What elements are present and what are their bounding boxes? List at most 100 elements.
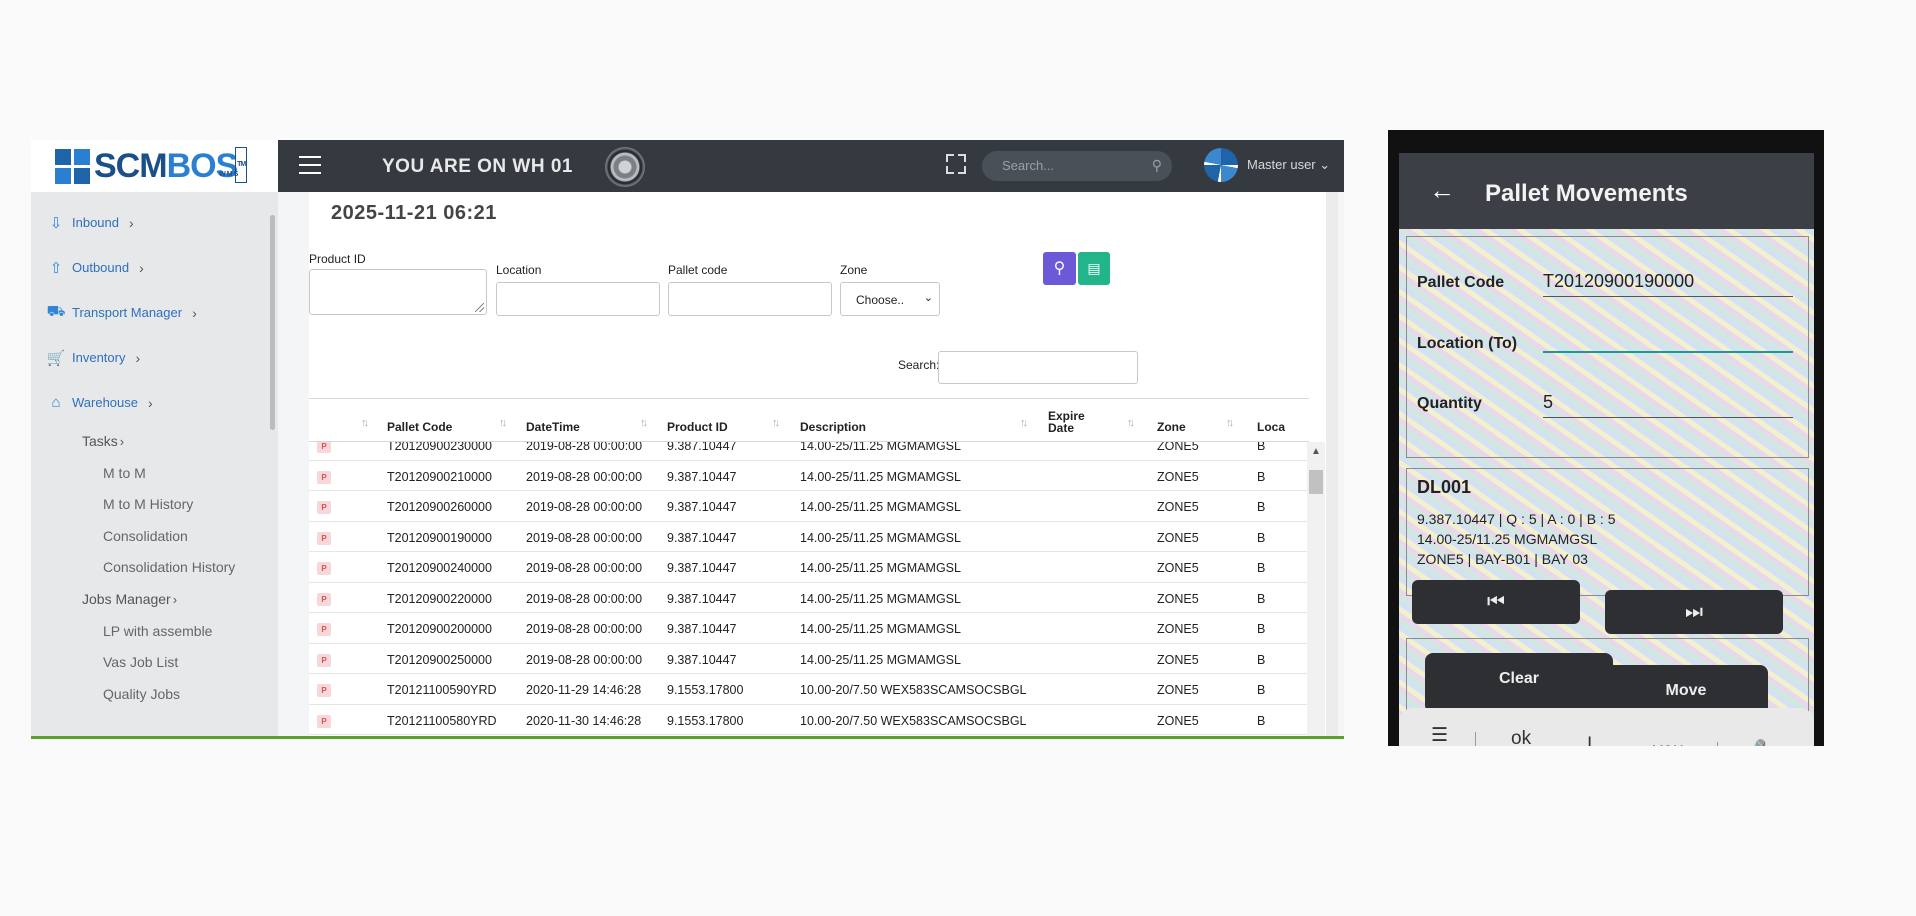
suggestion-left[interactable]: ok: [1511, 728, 1531, 746]
hamburger-menu-icon[interactable]: [299, 156, 321, 174]
sidebar-group-tasks[interactable]: Tasks ›: [31, 425, 271, 457]
cell-location: B: [1257, 683, 1266, 697]
cell-pallet-code: T20120900240000: [387, 561, 492, 575]
location-label: Location: [496, 263, 542, 277]
sidebar-group-jobs-manager[interactable]: Jobs Manager ›: [31, 583, 271, 615]
cell-datetime: 2019-08-28 00:00:00: [526, 500, 643, 514]
table-row[interactable]: P T20120900250000 2019-08-28 00:00:00 9.…: [309, 644, 1309, 674]
sort-icon[interactable]: ↑↓: [1127, 417, 1135, 429]
clear-button[interactable]: Clear: [1425, 653, 1613, 713]
sidebar-item-outbound[interactable]: ⇧ Outbound ›: [31, 245, 271, 290]
chevron-right-icon: ›: [129, 214, 134, 231]
location-field[interactable]: [496, 282, 660, 316]
table-row[interactable]: P T20120900200000 2019-08-28 00:00:00 9.…: [309, 613, 1309, 644]
product-id-field[interactable]: [309, 269, 487, 315]
cell-product-id: 9.387.10447: [667, 561, 737, 575]
quantity-field[interactable]: 5: [1543, 392, 1793, 418]
content-scrollbar[interactable]: [1326, 192, 1338, 736]
sidebar-item-lp-with-assemble[interactable]: LP with assemble: [31, 615, 271, 647]
table-row[interactable]: P T20121100590YRD 2020-11-29 14:46:28 9.…: [309, 674, 1309, 705]
pallet-code-field[interactable]: [668, 282, 832, 316]
sidebar-item-transport-manager[interactable]: ⛟ Transport Manager ›: [31, 290, 271, 335]
cell-zone: ZONE5: [1157, 442, 1199, 453]
main-content: 2025-11-21 06:21 Product ID Location Pal…: [278, 192, 1344, 736]
inbox-arrow-icon: ⇩: [49, 214, 63, 232]
table-row[interactable]: P T20120900260000 2019-08-28 00:00:00 9.…: [309, 491, 1309, 522]
sort-icon[interactable]: ↑↓: [499, 417, 507, 429]
menu-icon[interactable]: ☰: [1431, 724, 1448, 746]
pallet-code-field[interactable]: T20120900190000: [1543, 271, 1793, 297]
column-header-zone[interactable]: Zone: [1157, 420, 1186, 434]
cell-pallet-code: T20120900190000: [387, 530, 492, 545]
avatar[interactable]: [1204, 148, 1238, 182]
previous-button[interactable]: ⏮: [1412, 580, 1580, 624]
sort-icon[interactable]: ↑↓: [772, 417, 780, 429]
table-row[interactable]: P T20120900210000 2019-08-28 00:00:00 9.…: [309, 461, 1309, 491]
microphone-icon[interactable]: 🎤: [1743, 738, 1767, 746]
scroll-thumb[interactable]: [1309, 470, 1323, 494]
table-row[interactable]: P T20120900190000 2019-08-28 00:00:00 9.…: [309, 522, 1309, 552]
pallet-badge: P: [317, 623, 331, 636]
back-arrow-icon[interactable]: ←: [1429, 175, 1455, 206]
suggestion-right[interactable]: you: [1653, 740, 1684, 746]
cell-zone: ZONE5: [1157, 469, 1199, 484]
cell-datetime: 2019-08-28 00:00:00: [526, 622, 643, 636]
search-icon: ⚲: [1151, 157, 1162, 173]
brand-logo[interactable]: SCMBOS WMS TM: [31, 140, 278, 192]
truck-icon: ⛟: [46, 303, 66, 320]
column-header-product-id[interactable]: Product ID: [667, 420, 728, 434]
column-header-expire-date[interactable]: Expire Date: [1048, 410, 1098, 434]
cell-zone: ZONE5: [1157, 500, 1199, 514]
sort-icon[interactable]: ↑↓: [361, 417, 369, 429]
sidebar-item-vas-job-list[interactable]: Vas Job List: [31, 647, 271, 679]
suggestion-middle[interactable]: I: [1587, 734, 1592, 746]
export-excel-button[interactable]: ▤: [1078, 252, 1110, 285]
chevron-right-icon: ›: [135, 349, 141, 366]
fullscreen-icon[interactable]: [946, 154, 966, 174]
location-to-field[interactable]: [1543, 329, 1793, 353]
cell-pallet-code: T20121100580YRD: [387, 713, 497, 728]
sort-icon[interactable]: ↑↓: [640, 417, 648, 429]
cell-product-id: 9.387.10447: [667, 591, 737, 606]
cell-description: 14.00-25/11.25 MGMAMGSL: [800, 530, 961, 545]
sort-icon[interactable]: ↑↓: [1226, 417, 1234, 429]
cell-datetime: 2019-08-28 00:00:00: [526, 561, 643, 575]
sidebar-item-inventory[interactable]: 🛒 Inventory ›: [31, 335, 271, 380]
sidebar-item-consolidation[interactable]: Consolidation: [31, 520, 271, 552]
cell-description: 14.00-25/11.25 MGMAMGSL: [800, 561, 961, 575]
sidebar-item-inbound[interactable]: ⇩ Inbound ›: [31, 200, 271, 245]
column-header-location[interactable]: Loca: [1257, 420, 1285, 434]
global-search-input[interactable]: Search... ⚲: [982, 151, 1172, 181]
cell-pallet-code: T20120900260000: [387, 500, 492, 514]
sidebar-item-label: Inbound: [72, 215, 119, 230]
sidebar-item-warehouse[interactable]: ⌂ Warehouse ›: [31, 380, 271, 425]
sort-icon[interactable]: ↑↓: [1020, 417, 1028, 429]
table-row[interactable]: P T20120900220000 2019-08-28 00:00:00 9.…: [309, 583, 1309, 613]
skip-previous-icon: ⏮: [1487, 591, 1505, 613]
cell-zone: ZONE5: [1157, 683, 1199, 697]
table-search-input[interactable]: [938, 351, 1138, 384]
user-menu[interactable]: Master user ⌄: [1247, 157, 1330, 173]
sidebar-item-m-to-m-history[interactable]: M to M History: [31, 489, 271, 521]
table-scrollbar[interactable]: ▲: [1307, 442, 1325, 736]
table-row[interactable]: P T20120900240000 2019-08-28 00:00:00 9.…: [309, 552, 1309, 583]
table-row[interactable]: P T20120900230000 2019-08-28 00:00:00 9.…: [309, 442, 1309, 461]
sidebar-item-label: Inventory: [72, 350, 126, 365]
sidebar-item-m-to-m[interactable]: M to M: [31, 457, 271, 489]
search-button[interactable]: ⚲: [1043, 252, 1076, 285]
pallet-badge: P: [317, 653, 331, 667]
sidebar-item-consolidation-history[interactable]: Consolidation History: [31, 552, 271, 584]
table-row[interactable]: P T20121100580YRD 2020-11-30 14:46:28 9.…: [309, 705, 1309, 735]
warehouse-icon: ⌂: [51, 394, 61, 411]
scroll-up-icon[interactable]: ▲: [1311, 446, 1321, 457]
column-header-pallet-code[interactable]: Pallet Code: [387, 420, 452, 434]
pallet-badge: P: [317, 562, 331, 575]
zone-select[interactable]: Choose.. ⌄: [840, 282, 940, 316]
column-header-datetime[interactable]: DateTime: [526, 420, 580, 434]
cell-datetime: 2019-08-28 00:00:00: [526, 442, 643, 453]
column-header-description[interactable]: Description: [800, 420, 866, 434]
sidebar-item-quality-jobs[interactable]: Quality Jobs: [31, 678, 271, 710]
cell-pallet-code: T20120900220000: [387, 591, 492, 606]
canvas: SCMBOS WMS TM ⇩ Inbound › ⇧ Outbound › ⛟…: [0, 0, 1916, 916]
next-button[interactable]: ⏭: [1605, 590, 1783, 634]
